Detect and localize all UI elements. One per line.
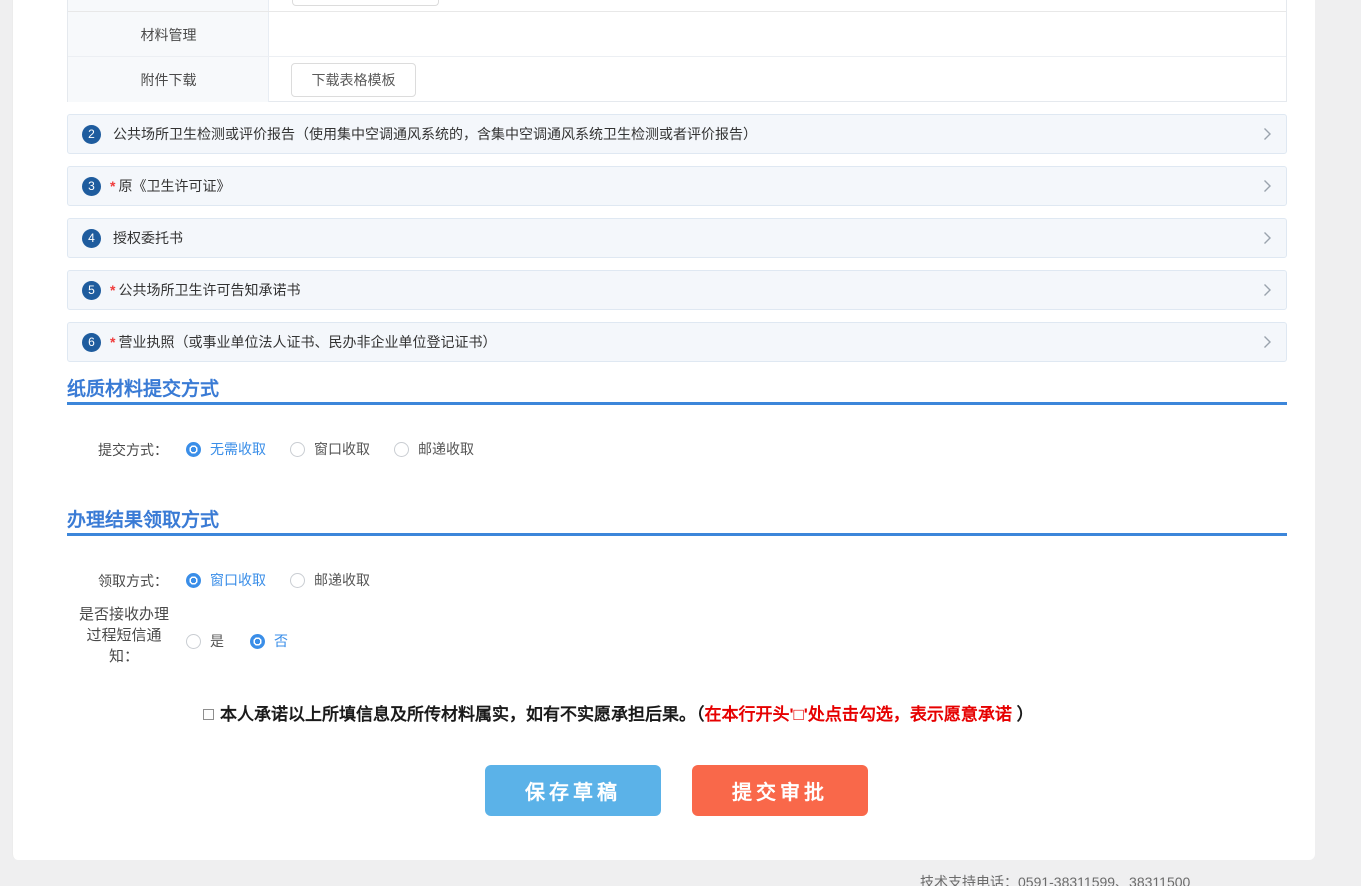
- table-row: 附件下载 下载表格模板: [68, 57, 1286, 102]
- radio-label: 窗口收取: [314, 439, 370, 459]
- radio-option[interactable]: 邮递收取: [394, 439, 474, 459]
- chevron-right-icon: [1263, 335, 1272, 349]
- number-badge: 6: [82, 333, 101, 352]
- support-phone-text: 技术支持电话：0591-38311599、38311500: [920, 872, 1190, 886]
- paper-section-title: 纸质材料提交方式: [67, 374, 219, 401]
- radio-icon[interactable]: [186, 634, 201, 649]
- material-title: 公共场所卫生检测或评价报告（使用集中空调通风系统的，含集中空调通风系统卫生检测或…: [113, 124, 757, 144]
- radio-icon[interactable]: [290, 573, 305, 588]
- commitment-text-main: 本人承诺以上所填信息及所传材料属实，如有不实愿承担后果。（: [220, 705, 705, 724]
- material-title: 营业执照（或事业单位法人证书、民办非企业单位登记证书）: [118, 332, 496, 352]
- material-item-4[interactable]: 4 授权委托书: [67, 218, 1287, 258]
- material-item-2[interactable]: 2 公共场所卫生检测或评价报告（使用集中空调通风系统的，含集中空调通风系统卫生检…: [67, 114, 1287, 154]
- required-asterisk: *: [110, 178, 115, 194]
- radio-icon[interactable]: [394, 442, 409, 457]
- required-asterisk: *: [110, 334, 115, 350]
- truncated-input[interactable]: [292, 0, 439, 6]
- section-divider: [67, 533, 1287, 536]
- number-badge: 5: [82, 281, 101, 300]
- sms-label-line: 过程短信通: [73, 625, 175, 646]
- radio-label: 是: [210, 631, 224, 651]
- radio-option[interactable]: 窗口收取: [186, 570, 266, 590]
- form-card: 材料管理 附件下载 下载表格模板 2 公共场所卫生检测或评价报告（使用集中空调通…: [12, 0, 1315, 860]
- sms-notify-label: 是否接收办理 过程短信通 知：: [73, 604, 175, 667]
- number-badge: 4: [82, 229, 101, 248]
- radio-option[interactable]: 无需收取: [186, 439, 266, 459]
- material-title: 授权委托书: [113, 228, 183, 248]
- radio-label: 邮递收取: [418, 439, 474, 459]
- commitment-checkbox[interactable]: [203, 709, 214, 720]
- material-item-5[interactable]: 5 * 公共场所卫生许可告知承诺书: [67, 270, 1287, 310]
- radio-label: 窗口收取: [210, 570, 266, 590]
- commitment-row: 本人承诺以上所填信息及所传材料属实，如有不实愿承担后果。（在本行开头'□'处点击…: [203, 702, 1034, 727]
- material-manage-label: 材料管理: [68, 12, 269, 57]
- radio-icon[interactable]: [250, 634, 265, 649]
- submit-method-options: 无需收取 窗口收取 邮递收取: [186, 439, 474, 459]
- submit-approval-button[interactable]: 提交审批: [692, 765, 868, 816]
- section-divider: [67, 402, 1287, 405]
- chevron-right-icon: [1263, 231, 1272, 245]
- result-section-title: 办理结果领取方式: [67, 505, 219, 532]
- chevron-right-icon: [1263, 283, 1272, 297]
- commitment-text-suffix: ）: [1017, 705, 1034, 724]
- pickup-method-label: 领取方式：: [67, 571, 168, 591]
- commitment-text-red: 在本行开头'□'处点击勾选，表示愿意承诺: [705, 705, 1012, 724]
- radio-option[interactable]: 窗口收取: [290, 439, 370, 459]
- table-row: 材料管理: [68, 12, 1286, 57]
- sms-label-line: 知：: [73, 646, 175, 667]
- save-draft-button[interactable]: 保存草稿: [485, 765, 661, 816]
- chevron-right-icon: [1263, 127, 1272, 141]
- attachment-table: 材料管理 附件下载 下载表格模板: [67, 0, 1287, 102]
- download-template-button[interactable]: 下载表格模板: [291, 63, 416, 97]
- required-asterisk: *: [110, 282, 115, 298]
- radio-option[interactable]: 是: [186, 631, 224, 651]
- material-title: 公共场所卫生许可告知承诺书: [118, 280, 300, 300]
- number-badge: 2: [82, 125, 101, 144]
- number-badge: 3: [82, 177, 101, 196]
- radio-label: 否: [274, 631, 288, 651]
- sms-label-line: 是否接收办理: [73, 604, 175, 625]
- material-title: 原《卫生许可证》: [118, 176, 230, 196]
- chevron-right-icon: [1263, 179, 1272, 193]
- submit-method-label: 提交方式：: [67, 440, 168, 460]
- sms-notify-options: 是 否: [186, 631, 288, 651]
- material-item-6[interactable]: 6 * 营业执照（或事业单位法人证书、民办非企业单位登记证书）: [67, 322, 1287, 362]
- radio-icon[interactable]: [186, 573, 201, 588]
- radio-icon[interactable]: [290, 442, 305, 457]
- material-item-3[interactable]: 3 * 原《卫生许可证》: [67, 166, 1287, 206]
- radio-icon[interactable]: [186, 442, 201, 457]
- attachment-download-label: 附件下载: [68, 57, 269, 102]
- radio-option[interactable]: 否: [250, 631, 288, 651]
- radio-label: 邮递收取: [314, 570, 370, 590]
- table-row-truncated: [68, 0, 1286, 12]
- radio-option[interactable]: 邮递收取: [290, 570, 370, 590]
- pickup-method-options: 窗口收取 邮递收取: [186, 570, 370, 590]
- page: 材料管理 附件下载 下载表格模板 2 公共场所卫生检测或评价报告（使用集中空调通…: [0, 0, 1361, 886]
- radio-label: 无需收取: [210, 439, 266, 459]
- commitment-text: 本人承诺以上所填信息及所传材料属实，如有不实愿承担后果。（在本行开头'□'处点击…: [220, 702, 1034, 727]
